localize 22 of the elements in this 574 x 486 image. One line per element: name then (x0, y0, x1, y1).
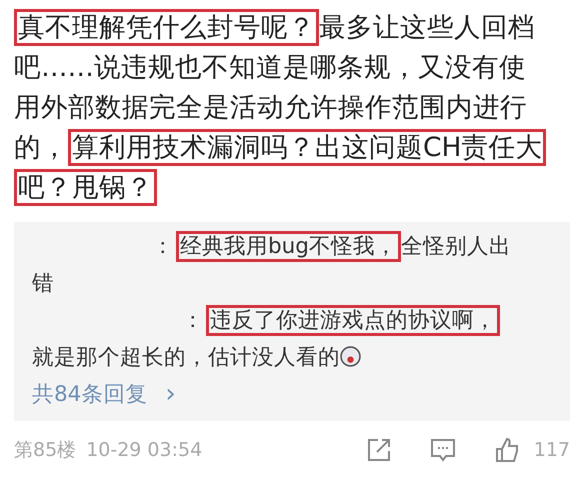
highlighted-text: 吧？甩锅？ (14, 169, 157, 206)
text-run: 全怪别人出 (400, 234, 511, 259)
highlighted-text: 算利用技术漏洞吗？出这问题CH责任大 (68, 129, 546, 166)
highlighted-text: 违反了你进游戏点的协议啊， (206, 305, 500, 336)
colon: ： (181, 308, 204, 333)
highlighted-text: 真不理解凭什么封号呢？ (14, 9, 319, 46)
post-time: 10-29 03:54 (86, 439, 202, 461)
like-count: 117 (534, 439, 570, 461)
thumbs-up-icon[interactable] (494, 437, 520, 463)
more-replies-link[interactable]: 共84条回复 (32, 376, 148, 413)
text-run: 用外部数据完全是活动允许操作范围内进行 (14, 92, 527, 123)
highlighted-text: 经典我用bug不怪我， (176, 231, 401, 262)
text-run: 吧……说违规也不知道是哪条规，又没有使 (14, 52, 526, 83)
text-run: 就是那个超长的，估计没人看的 (32, 345, 340, 370)
comment-icon[interactable] (430, 437, 456, 463)
floor-label: 第85楼 (14, 438, 76, 463)
text-run: 的， (14, 132, 68, 163)
share-icon[interactable] (366, 437, 392, 463)
text-run: 最多让这些人回档 (319, 12, 535, 43)
colon: ： (151, 234, 174, 259)
chevron-icon[interactable]: › (165, 376, 176, 413)
text-run: 错 (32, 271, 54, 296)
